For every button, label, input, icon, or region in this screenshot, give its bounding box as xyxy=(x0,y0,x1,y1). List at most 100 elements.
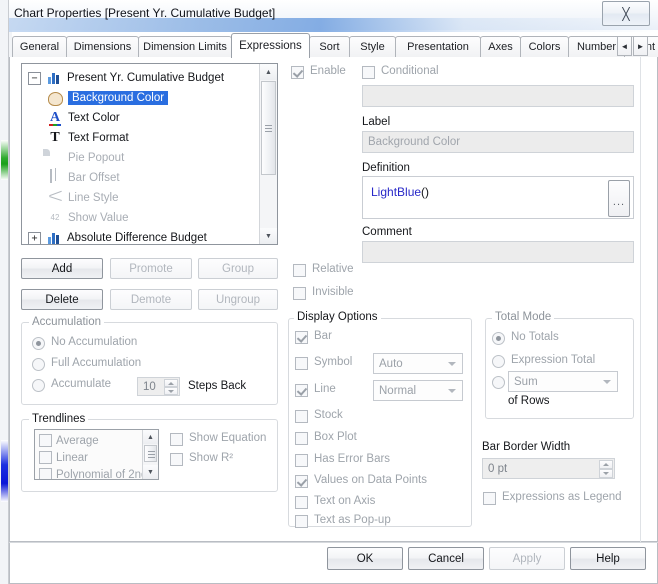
show-equation-checkbox[interactable] xyxy=(170,433,183,446)
accumulate-steps-value: 10 xyxy=(143,381,156,393)
trendlines-scrollbar[interactable]: ▲ ▼ xyxy=(142,430,158,479)
bar-border-down-icon[interactable] xyxy=(599,469,613,478)
ok-button[interactable]: OK xyxy=(327,547,403,570)
tree-node[interactable]: Line Style xyxy=(22,188,119,208)
display-option-label: Line xyxy=(314,383,336,395)
trendline-checkbox[interactable] xyxy=(39,468,52,479)
tree-node-label: Bar Offset xyxy=(68,172,120,184)
total-mode-title: Total Mode xyxy=(492,311,555,323)
tree-expander-icon[interactable]: + xyxy=(28,231,41,244)
apply-button: Apply xyxy=(489,547,565,570)
tab-presentation[interactable]: Presentation xyxy=(395,36,481,57)
conditional-input[interactable] xyxy=(362,85,634,107)
button-label: Cancel xyxy=(428,552,464,565)
tab-label: Number xyxy=(576,41,617,53)
tab-sort[interactable]: Sort xyxy=(309,36,350,57)
accumulation-radio-no-accumulation[interactable] xyxy=(32,337,45,350)
close-button[interactable]: ╳ xyxy=(602,1,650,26)
display-options-title: Display Options xyxy=(294,311,381,323)
tree-node[interactable]: Bar Offset xyxy=(22,168,120,188)
trend-scroll-up-icon[interactable]: ▲ xyxy=(143,430,158,444)
spinner-down-icon[interactable] xyxy=(164,387,178,395)
display-option-checkbox-has-error-bars[interactable] xyxy=(295,454,308,467)
display-option-label: Text as Pop-up xyxy=(314,514,391,526)
display-option-checkbox-bar[interactable] xyxy=(295,331,308,344)
tab-dimension-limits[interactable]: Dimension Limits xyxy=(138,36,232,57)
conditional-checkbox[interactable] xyxy=(362,66,375,79)
display-option-checkbox-box-plot[interactable] xyxy=(295,432,308,445)
comment-input[interactable] xyxy=(362,241,634,263)
title-bar-glow xyxy=(9,18,658,32)
display-option-checkbox-text-on-axis[interactable] xyxy=(295,496,308,509)
expression-tree[interactable]: − Present Yr. Cumulative Budget Background… xyxy=(21,63,278,245)
tree-node[interactable]: 42 Show Value xyxy=(22,208,129,228)
display-option-checkbox-values-on-data-points[interactable] xyxy=(295,475,308,488)
definition-editor[interactable]: LightBlue() ... xyxy=(362,176,634,219)
trendline-list-item[interactable]: Average xyxy=(39,432,99,449)
expressions-as-legend-checkbox[interactable] xyxy=(483,492,496,505)
display-option-checkbox-stock[interactable] xyxy=(295,410,308,423)
add-button[interactable]: Add xyxy=(21,258,103,279)
cancel-button[interactable]: Cancel xyxy=(408,547,484,570)
tree-node[interactable]: Background Color xyxy=(22,88,169,108)
tab-scroll-next-icon[interactable]: ► xyxy=(633,36,648,56)
trendline-list-item[interactable]: Polynomial of 2nd d xyxy=(39,466,157,479)
total-aggregation-select[interactable]: Sum xyxy=(508,371,618,392)
bar-border-up-icon[interactable] xyxy=(599,460,613,469)
invisible-checkbox[interactable] xyxy=(293,287,306,300)
trend-scroll-down-icon[interactable]: ▼ xyxy=(143,465,158,479)
tab-dimensions[interactable]: Dimensions xyxy=(66,36,139,57)
trendline-checkbox[interactable] xyxy=(39,434,52,447)
definition-browse-button[interactable]: ... xyxy=(608,180,630,217)
display-option-checkbox-symbol[interactable] xyxy=(295,357,308,370)
tab-style[interactable]: Style xyxy=(349,36,396,57)
accumulation-radio-accumulate[interactable] xyxy=(32,379,45,392)
ungroup-button: Ungroup xyxy=(198,289,278,310)
tree-node[interactable]: − Present Yr. Cumulative Budget xyxy=(22,68,224,88)
show-r2-checkbox[interactable] xyxy=(170,453,183,466)
show-r2-label: Show R² xyxy=(189,452,234,464)
display-option-checkbox-line[interactable] xyxy=(295,384,308,397)
tree-node-label: Text Color xyxy=(68,112,120,124)
tree-node[interactable]: + Absolute Difference Budget xyxy=(22,228,207,244)
definition-function-name: LightBlue xyxy=(371,185,422,199)
relative-checkbox[interactable] xyxy=(293,264,306,277)
total-aggregation-value: Sum xyxy=(514,375,538,388)
symbol-select[interactable]: Auto xyxy=(373,353,463,374)
spinner-up-icon[interactable] xyxy=(164,379,178,387)
help-button[interactable]: Help xyxy=(570,547,646,570)
bar-border-width-value: 0 pt xyxy=(488,463,508,475)
trendline-checkbox[interactable] xyxy=(39,451,52,464)
line-select[interactable]: Normal xyxy=(373,380,463,401)
tree-node[interactable]: A Text Color xyxy=(22,108,120,128)
scroll-up-icon[interactable]: ▲ xyxy=(260,64,277,80)
tab-expressions[interactable]: Expressions xyxy=(231,33,310,58)
trend-scrollbar-thumb[interactable] xyxy=(144,445,157,462)
label-input[interactable] xyxy=(362,131,634,153)
text-format-icon: T xyxy=(50,130,60,145)
tab-general[interactable]: General xyxy=(12,36,67,57)
button-label: Demote xyxy=(130,293,172,306)
display-option-checkbox-text-as-pop-up[interactable] xyxy=(295,515,308,528)
trendline-list-item[interactable]: Linear xyxy=(39,449,88,466)
tab-scroll-prev-icon[interactable]: ◄ xyxy=(617,36,632,56)
expression-tree-scrollbar[interactable]: ▲ ▼ xyxy=(259,64,277,244)
total-mode-radio-aggregation[interactable] xyxy=(492,376,505,389)
delete-button[interactable]: Delete xyxy=(21,289,103,310)
enable-checkbox[interactable] xyxy=(291,66,304,79)
bar-border-width-spinner[interactable]: 0 pt xyxy=(482,458,615,479)
tab-axes[interactable]: Axes xyxy=(480,36,521,57)
tab-label: Dimensions xyxy=(73,41,132,53)
tree-expander-icon[interactable]: − xyxy=(28,71,41,85)
palette-icon xyxy=(47,90,63,106)
scrollbar-thumb[interactable] xyxy=(261,81,276,175)
accumulation-radio-full-accumulation[interactable] xyxy=(32,358,45,371)
total-mode-radio-expression-total[interactable] xyxy=(492,355,505,368)
accumulate-steps-spinner[interactable]: 10 xyxy=(137,377,180,396)
total-mode-radio-no-totals[interactable] xyxy=(492,332,505,345)
trendlines-list[interactable]: AverageLinearPolynomial of 2nd dPolynomi… xyxy=(34,429,159,480)
tree-node[interactable]: Pie Popout xyxy=(22,148,124,168)
tree-node[interactable]: T Text Format xyxy=(22,128,128,148)
tab-colors[interactable]: Colors xyxy=(520,36,569,57)
scroll-down-icon[interactable]: ▼ xyxy=(260,228,277,244)
